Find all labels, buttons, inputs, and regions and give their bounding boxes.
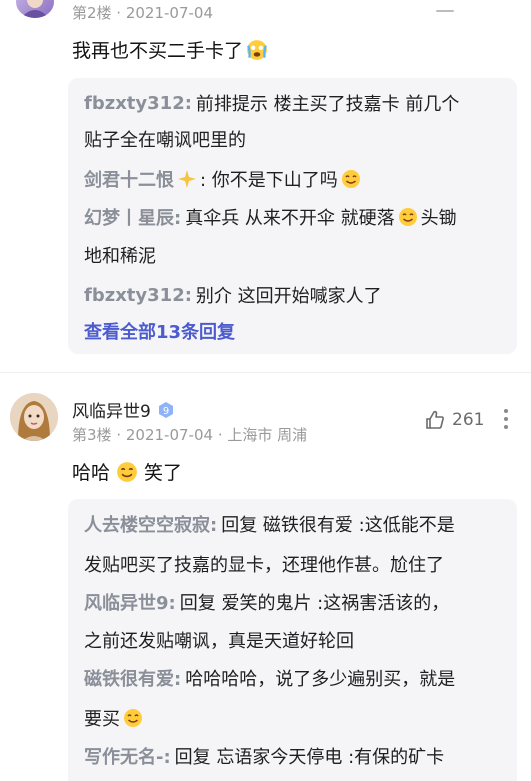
more-options-icon[interactable] — [503, 407, 509, 435]
thumbs-up-icon — [426, 410, 444, 429]
floor2-meta: 第2楼 · 2021-07-04 — [72, 4, 214, 22]
smile-emoji-icon — [117, 461, 137, 482]
more-options-icon[interactable] — [436, 0, 454, 19]
reply-text: 回复 忘语家今天停电 :有保的矿卡 — [174, 747, 445, 768]
divider — [0, 372, 531, 373]
reply-text: 地和稀泥 — [84, 246, 156, 267]
avatar-figure-icon — [21, 0, 49, 18]
sparkle-icon — [178, 170, 196, 188]
reply-text: 之前还发贴嘲讽，真是天道好轮回 — [84, 631, 354, 652]
floor2-comment-text: 我再也不买二手卡了 — [72, 40, 244, 62]
reply-line: 贴子全在嘲讽吧里的 — [84, 126, 246, 152]
avatar-portrait-icon — [10, 393, 58, 441]
floor3-username[interactable]: 风临异世9 9 — [72, 397, 175, 422]
comment-text-b: 笑了 — [144, 462, 183, 484]
reply-line[interactable]: fbzxty312: 别介 这回开始喊家人了 — [84, 282, 382, 308]
reply-line: 发贴吧买了技嘉的显卡，还理他作甚。尬住了 — [84, 551, 444, 577]
like-count: 261 — [452, 410, 485, 430]
reply-text: 别介 这回开始喊家人了 — [195, 286, 382, 307]
floor3-reply-box[interactable]: 人去楼空空寂寂: 回复 磁铁很有爱 :这低能不是 发贴吧买了技嘉的显卡，还理他作… — [68, 499, 517, 781]
smile-emoji-icon — [341, 170, 360, 188]
reply-line: 之前还发贴嘲讽，真是天道好轮回 — [84, 627, 354, 653]
reply-line[interactable]: 幻梦丨星辰: 真伞兵 从来不开伞 就硬落 头锄 — [84, 204, 457, 230]
floor3-meta: 第3楼 · 2021-07-04 · 上海市 周浦 — [72, 424, 307, 445]
reply-username[interactable]: fbzxty312: — [84, 285, 192, 306]
post-date: 2021-07-04 — [125, 426, 214, 444]
reply-line[interactable]: 人去楼空空寂寂: 回复 磁铁很有爱 :这低能不是 — [84, 511, 455, 537]
reply-text: 发贴吧买了技嘉的显卡，还理他作甚。尬住了 — [84, 555, 444, 576]
reply-username[interactable]: 写作无名-: — [84, 743, 171, 769]
reply-text: 回复 磁铁很有爱 :这低能不是 — [221, 515, 455, 536]
smile-emoji-icon — [124, 709, 142, 727]
reply-username[interactable]: 风临异世9: — [84, 589, 176, 615]
reply-line[interactable]: 写作无名-: 回复 忘语家今天停电 :有保的矿卡 — [84, 743, 444, 769]
floor-number: 第3楼 — [72, 426, 112, 444]
reply-text: 哈哈哈哈，说了多少遍别买，就是 — [185, 669, 456, 690]
floor3-comment: 哈哈 笑了 — [72, 458, 182, 485]
avatar-floor2[interactable] — [16, 0, 54, 18]
reply-line[interactable]: fbzxty312: 前排提示 楼主买了技嘉卡 前几个 — [84, 90, 459, 116]
reply-line[interactable]: 风临异世9: 回复 爱笑的鬼片 :这祸害活该的， — [84, 589, 449, 615]
like-button[interactable]: 261 — [424, 409, 484, 431]
reply-text: 回复 爱笑的鬼片 :这祸害活该的， — [179, 593, 450, 614]
reply-username[interactable]: fbzxty312: — [84, 93, 192, 114]
reply-text: 真伞兵 从来不开伞 就硬落 — [185, 208, 395, 229]
reply-line[interactable]: 剑君十二恨 : 你不是下山了吗 — [84, 166, 364, 192]
level-badge-icon: 9 — [158, 401, 173, 418]
avatar-floor3[interactable] — [10, 393, 58, 441]
view-all-replies-link[interactable]: 查看全部13条回复 — [84, 318, 235, 344]
floor2-reply-box[interactable]: fbzxty312: 前排提示 楼主买了技嘉卡 前几个 贴子全在嘲讽吧里的 剑君… — [68, 78, 517, 354]
reply-username[interactable]: 剑君十二恨 — [84, 166, 174, 192]
meta-dot: · — [217, 426, 228, 444]
post-location: 上海市 周浦 — [227, 426, 308, 444]
reply-text: 要买 — [84, 709, 120, 730]
meta-dot: · — [116, 426, 126, 444]
crying-emoji-icon — [247, 39, 267, 60]
reply-line: 地和稀泥 — [84, 242, 156, 268]
reply-text: : 你不是下山了吗 — [200, 170, 338, 191]
reply-username[interactable]: 磁铁很有爱: — [84, 665, 181, 691]
reply-username[interactable]: 幻梦丨星辰: — [84, 204, 181, 230]
reply-text-tail: 头锄 — [420, 208, 457, 229]
smile-emoji-icon — [398, 208, 417, 226]
username-text[interactable]: 风临异世9 — [72, 397, 151, 422]
comment-text-a: 哈哈 — [72, 462, 111, 484]
reply-line[interactable]: 磁铁很有爱: 哈哈哈哈，说了多少遍别买，就是 — [84, 665, 455, 691]
reply-username[interactable]: 人去楼空空寂寂: — [84, 511, 217, 537]
reply-text: 前排提示 楼主买了技嘉卡 前几个 — [195, 94, 460, 115]
reply-line: 要买 — [84, 705, 146, 731]
level-number: 9 — [163, 406, 169, 417]
reply-text: 贴子全在嘲讽吧里的 — [84, 130, 246, 151]
floor2-comment: 我再也不买二手卡了 — [72, 36, 271, 63]
